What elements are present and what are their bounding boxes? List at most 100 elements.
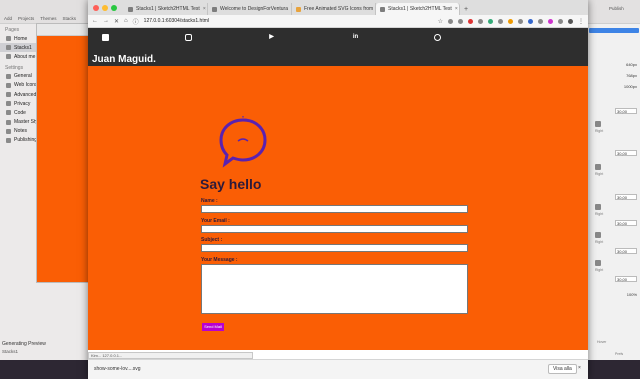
twitter-icon[interactable] [102, 34, 109, 41]
page-favicon-icon [296, 6, 301, 12]
send-mail-button[interactable]: Send Mail [202, 323, 224, 331]
preview-window-titlebar [37, 24, 91, 36]
info-icon[interactable]: ⓘ [133, 17, 139, 26]
extension-icon[interactable] [478, 18, 483, 24]
breakpoint-value: 1000px [623, 84, 637, 89]
align-icon[interactable] [595, 204, 601, 210]
close-window-button[interactable] [93, 5, 99, 11]
extension-icon[interactable] [498, 18, 503, 24]
margin-field[interactable]: 30,00 [615, 194, 637, 200]
new-tab-button[interactable]: + [460, 6, 468, 15]
align-caption: Right [595, 212, 604, 216]
bookmark-star-icon[interactable]: ☆ [438, 18, 443, 25]
generating-status: Generating Preview [2, 341, 46, 347]
email-label: Your Email : [201, 218, 230, 224]
url-field[interactable]: 127.0.0.1:60304/stacks1.html [144, 18, 209, 24]
extension-icon[interactable] [528, 18, 533, 24]
gear-icon [6, 73, 11, 79]
minimize-window-button[interactable] [102, 5, 108, 11]
inspector-panel: Publish 640px 768px 1000px 30,00 Right 3… [586, 0, 640, 360]
style-icon [6, 119, 11, 125]
extension-icon[interactable] [518, 18, 523, 24]
toolbar-stacks[interactable]: Stacks [63, 16, 77, 21]
browser-tab[interactable]: Stacks1 | Sketch2HTML Test × [124, 3, 208, 15]
lock-icon [6, 101, 11, 107]
extension-icon[interactable] [548, 18, 553, 24]
close-tab-icon[interactable]: × [203, 6, 206, 12]
extension-icon[interactable] [488, 18, 493, 24]
align-icon[interactable] [595, 260, 601, 266]
margin-field[interactable]: 30,00 [615, 248, 637, 254]
publish-label[interactable]: Publish [587, 0, 640, 24]
dribbble-icon[interactable] [434, 34, 441, 41]
notes-icon [6, 128, 11, 134]
brand-name[interactable]: Juan Maguid. [92, 54, 156, 65]
instagram-icon[interactable] [185, 34, 192, 41]
code-icon [6, 110, 11, 116]
linkedin-icon[interactable]: in [352, 34, 359, 41]
link-status-tooltip: Kim... 127.0.0.1... [88, 352, 253, 359]
webpage-content: ▶ in Juan Maguid. Say hello Name : Your … [88, 28, 588, 350]
tab-bar: Stacks1 | Sketch2HTML Test × Welcome to D… [88, 0, 588, 15]
upload-icon [6, 137, 11, 143]
prefs-label[interactable]: Prefs [615, 352, 623, 356]
download-item[interactable]: show-some-lov....svg [94, 366, 141, 372]
show-all-button[interactable]: Visa alla [548, 364, 577, 374]
name-label: Name : [201, 198, 218, 204]
align-caption: Right [595, 240, 604, 244]
browser-tab[interactable]: Free Animated SVG Icons from× [292, 3, 376, 15]
maximize-window-button[interactable] [111, 5, 117, 11]
page-favicon-icon [128, 6, 133, 12]
align-caption: Right [595, 172, 604, 176]
toolbar-add[interactable]: Add [4, 16, 12, 21]
forward-icon[interactable]: → [103, 18, 109, 24]
name-input[interactable] [201, 205, 468, 213]
home-icon[interactable]: ⌂ [124, 18, 128, 24]
globe-icon [6, 82, 11, 88]
email-input[interactable] [201, 225, 468, 233]
extension-icon[interactable] [448, 18, 453, 24]
toolbar-projects[interactable]: Projects [18, 16, 34, 21]
message-textarea[interactable] [201, 264, 468, 314]
youtube-icon[interactable]: ▶ [268, 34, 275, 41]
extension-icon[interactable] [468, 18, 473, 24]
extension-icon[interactable] [538, 18, 543, 24]
align-icon[interactable] [595, 232, 601, 238]
extension-icon[interactable] [458, 18, 463, 24]
align-icon[interactable] [595, 164, 601, 170]
align-caption: Right [595, 268, 604, 272]
footer-page-label: Stacks1 [2, 349, 19, 354]
address-bar-row: ← → ✕ ⌂ ⓘ 127.0.0.1:60304/stacks1.html ☆… [88, 15, 588, 28]
margin-field[interactable]: 30,00 [615, 108, 637, 114]
align-icon[interactable] [595, 121, 601, 127]
breakpoint-value: 640px [626, 62, 637, 67]
speech-bubble-icon [219, 116, 267, 168]
margin-field[interactable]: 30,00 [615, 220, 637, 226]
breakpoint-value: 768px [626, 73, 637, 78]
margin-field[interactable]: 30,00 [615, 276, 637, 282]
extension-icon[interactable] [508, 18, 513, 24]
margin-field[interactable]: 30,00 [615, 150, 637, 156]
toolbar-themes[interactable]: Themes [40, 16, 56, 21]
extension-icon[interactable] [558, 18, 563, 24]
page-icon [6, 36, 11, 42]
browser-tab[interactable]: Welcome to DesignForVentura× [208, 3, 292, 15]
page-favicon-icon [212, 6, 217, 12]
inspector-tab-selected[interactable] [589, 28, 639, 33]
stop-icon[interactable]: ✕ [114, 18, 119, 25]
page-favicon-icon [380, 6, 385, 12]
align-caption: Right [595, 129, 604, 133]
page-icon [6, 54, 11, 60]
page-heading: Say hello [200, 176, 262, 192]
back-icon[interactable]: ← [92, 18, 98, 24]
close-tab-icon[interactable]: × [455, 6, 458, 12]
browser-tab-active[interactable]: Stacks1 | Sketch2HTML Test × [376, 3, 460, 15]
profile-avatar[interactable] [568, 18, 573, 24]
subject-input[interactable] [201, 244, 468, 252]
close-downloads-icon[interactable]: × [578, 365, 581, 371]
message-label: Your Message : [201, 257, 238, 263]
opacity-value: 100% [626, 292, 637, 297]
menu-icon[interactable]: ⋮ [578, 18, 584, 25]
subject-label: Subject : [201, 237, 223, 243]
app-toolbar: Add Projects Themes Stacks [0, 0, 89, 24]
